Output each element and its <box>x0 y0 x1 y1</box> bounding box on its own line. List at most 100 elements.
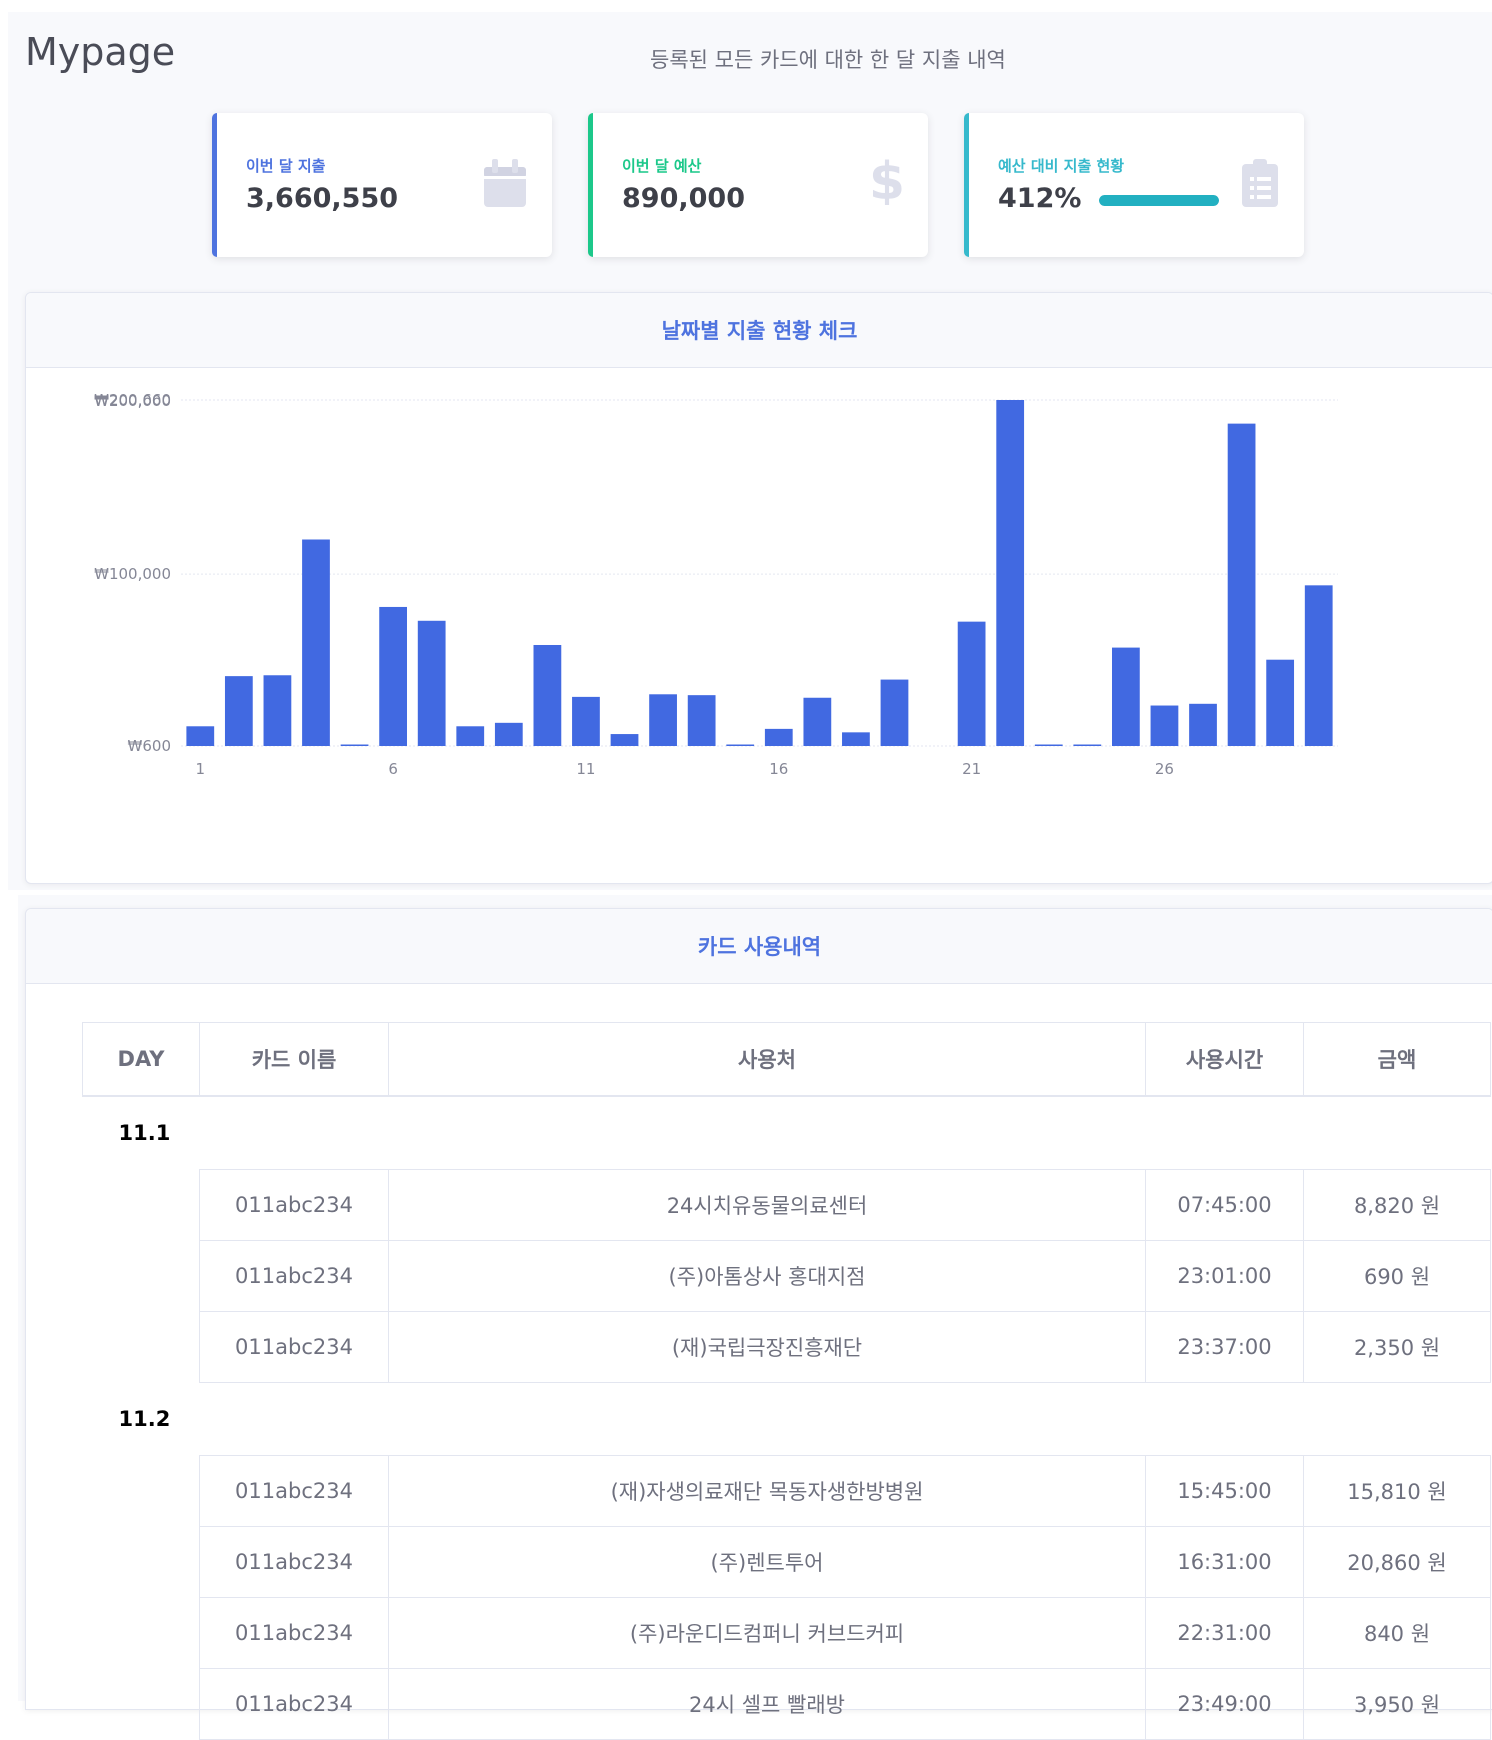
card-label: 예산 대비 지출 현황 <box>998 157 1125 175</box>
amount-cell: 3,950 원 <box>1303 1668 1491 1740</box>
time-cell: 15:45:00 <box>1145 1455 1304 1527</box>
bar-day-28[interactable] <box>1227 423 1256 746</box>
x-tick-label: 21 <box>962 760 981 778</box>
card-name-cell: 011abc234 <box>199 1455 389 1527</box>
card-name-cell: 011abc234 <box>199 1597 389 1669</box>
bar-day-4[interactable] <box>302 539 330 746</box>
bar-day-23[interactable] <box>1034 744 1063 747</box>
svg-text:$: $ <box>872 153 902 205</box>
time-cell: 22:31:00 <box>1145 1597 1304 1669</box>
bar-day-18[interactable] <box>842 732 870 746</box>
bar-day-29[interactable] <box>1266 659 1295 746</box>
bar-day-30[interactable] <box>1304 585 1333 746</box>
table-row[interactable]: 011abc234 (주)라운디드컴퍼니 커브드커피 22:31:00 840 원 <box>82 1597 1491 1669</box>
bar-day-15[interactable] <box>726 744 755 747</box>
time-cell: 23:37:00 <box>1145 1311 1304 1383</box>
x-tick-label: 11 <box>576 760 595 778</box>
time-cell: 07:45:00 <box>1145 1169 1304 1241</box>
y-tick-label: ₩200,660 <box>94 391 171 409</box>
day-label: 11.2 <box>118 1407 171 1431</box>
bar-day-12[interactable] <box>610 734 639 746</box>
table-row[interactable]: 011abc234 (주)렌트투어 16:31:00 20,860 원 <box>82 1526 1491 1598</box>
bar-day-5[interactable] <box>340 744 369 747</box>
card-accent-bar <box>588 113 593 257</box>
bar-day-22[interactable] <box>996 400 1025 746</box>
amount-cell: 690 원 <box>1303 1240 1491 1312</box>
table-panel-title: 카드 사용내역 <box>26 909 1492 984</box>
bar-day-25[interactable] <box>1111 647 1140 746</box>
day-group-row: 11.2 <box>83 1383 1491 1456</box>
amount-cell: 20,860 원 <box>1303 1526 1491 1598</box>
header-day[interactable]: DAY <box>82 1022 200 1097</box>
bar-day-14[interactable] <box>687 695 716 746</box>
x-tick-label: 26 <box>1155 760 1174 778</box>
table-row[interactable]: 011abc234 (재)자생의료재단 목동자생한방병원 15:45:00 15,81… <box>82 1455 1491 1527</box>
table-row[interactable]: 011abc234 24시치유동물의료센터 07:45:00 8,820 원 <box>82 1169 1491 1241</box>
time-cell: 23:49:00 <box>1145 1668 1304 1740</box>
bar-day-1[interactable] <box>186 726 215 746</box>
daily-spending-bar-chart: ₩600₩100,000₩200,000₩200,6601 6 11 16 21 26 <box>94 391 1338 778</box>
amount-cell: 840 원 <box>1303 1597 1491 1669</box>
day-spacer-cell <box>82 1668 200 1740</box>
day-spacer-cell <box>82 1597 200 1669</box>
clipboard-icon <box>1242 159 1278 211</box>
bar-day-6[interactable] <box>379 606 408 746</box>
card-name-cell: 011abc234 <box>199 1169 389 1241</box>
bar-day-24[interactable] <box>1073 744 1102 747</box>
card-value: 890,000 <box>622 183 745 214</box>
card-accent-bar <box>212 113 217 257</box>
table-row[interactable]: 011abc234 (주)아톰상사 홍대지점 23:01:00 690 원 <box>82 1240 1491 1312</box>
card-usage-table: DAY 카드 이름 사용처 사용시간 금액 11.1 011abc234 24시치유… <box>82 1022 1491 1740</box>
day-group-row: 11.1 <box>83 1096 1491 1170</box>
table-panel: 카드 사용내역 DAY 카드 이름 사용처 사용시간 금액 11.1 011abc… <box>25 908 1492 1740</box>
bar-day-9[interactable] <box>494 722 523 746</box>
header-amount[interactable]: 금액 <box>1303 1022 1491 1097</box>
table-body: 11.1 011abc234 24시치유동물의료센터 07:45:00 8,820 원0… <box>82 1096 1491 1740</box>
merchant-cell: (재)자생의료재단 목동자생한방병원 <box>388 1455 1146 1527</box>
bar-day-26[interactable] <box>1150 705 1179 746</box>
table-row[interactable]: 011abc234 24시 셀프 빨래방 23:49:00 3,950 원 <box>82 1668 1491 1740</box>
progress-fill <box>1099 195 1219 206</box>
bar-day-16[interactable] <box>764 728 793 746</box>
time-cell: 23:01:00 <box>1145 1240 1304 1312</box>
card-monthly-budget: 이번 달 예산 890,000 $ <box>588 113 928 257</box>
card-monthly-spending: 이번 달 지출 3,660,550 <box>212 113 552 257</box>
bar-day-13[interactable] <box>649 694 677 746</box>
header-merchant[interactable]: 사용처 <box>388 1022 1146 1097</box>
bar-day-10[interactable] <box>533 644 562 746</box>
budget-progress-bar <box>1099 195 1219 206</box>
merchant-cell: (주)렌트투어 <box>388 1526 1146 1598</box>
x-tick-label: 16 <box>769 760 788 778</box>
card-label: 이번 달 예산 <box>622 157 702 175</box>
header-card-name[interactable]: 카드 이름 <box>199 1022 389 1097</box>
merchant-cell: (재)국립극장진흥재단 <box>388 1311 1146 1383</box>
chart-panel-title: 날짜별 지출 현황 체크 <box>26 293 1492 368</box>
card-name-cell: 011abc234 <box>199 1526 389 1598</box>
merchant-cell: (주)아톰상사 홍대지점 <box>388 1240 1146 1312</box>
y-tick-label: ₩600 <box>128 737 171 755</box>
day-spacer-cell <box>82 1455 200 1527</box>
bar-day-21[interactable] <box>957 621 986 746</box>
day-spacer-cell <box>82 1169 200 1241</box>
calendar-icon <box>484 159 526 211</box>
bar-day-2[interactable] <box>224 676 253 746</box>
bar-day-8[interactable] <box>456 726 485 746</box>
y-tick-label: ₩100,000 <box>94 565 171 583</box>
merchant-cell: 24시치유동물의료센터 <box>388 1169 1146 1241</box>
day-label: 11.1 <box>118 1121 171 1145</box>
bar-day-27[interactable] <box>1189 703 1217 746</box>
bar-day-17[interactable] <box>803 697 832 746</box>
amount-cell: 2,350 원 <box>1303 1311 1491 1383</box>
bar-day-7[interactable] <box>417 620 446 746</box>
table-row[interactable]: 011abc234 (재)국립극장진흥재단 23:37:00 2,350 원 <box>82 1311 1491 1383</box>
day-spacer-cell <box>82 1526 200 1598</box>
bar-day-3[interactable] <box>263 675 292 746</box>
card-label: 이번 달 지출 <box>246 157 326 175</box>
bar-day-11[interactable] <box>572 696 600 746</box>
header-time[interactable]: 사용시간 <box>1145 1022 1304 1097</box>
card-name-cell: 011abc234 <box>199 1240 389 1312</box>
bar-day-19[interactable] <box>880 679 909 746</box>
card-name-cell: 011abc234 <box>199 1668 389 1740</box>
card-budget-ratio: 예산 대비 지출 현황 412% <box>964 113 1304 257</box>
x-tick-label: 6 <box>388 760 398 778</box>
